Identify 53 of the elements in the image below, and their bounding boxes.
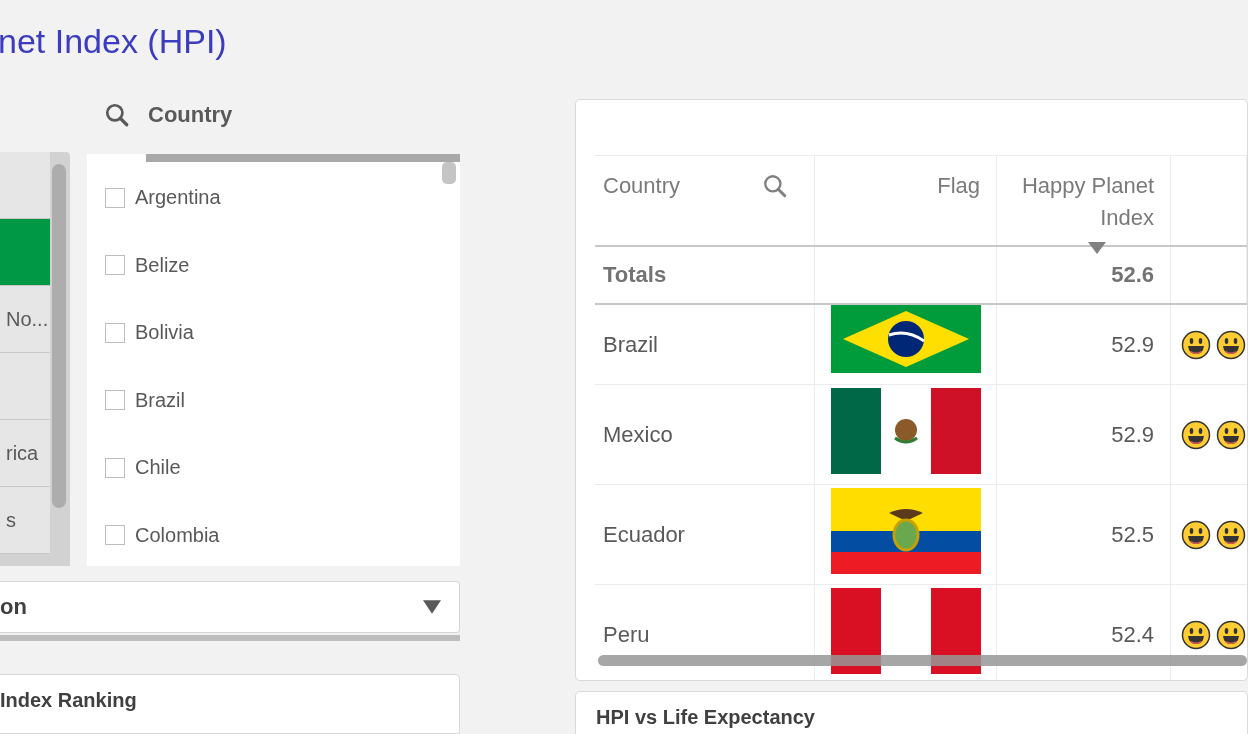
list-item[interactable]: Belize: [135, 253, 190, 277]
checkbox[interactable]: [105, 457, 125, 478]
column-header[interactable]: Happy Planet Index: [1005, 170, 1154, 234]
list-item[interactable]: Argentina: [135, 186, 221, 210]
card-title: HPI vs Life Expectancy: [596, 706, 816, 729]
checkbox[interactable]: [105, 255, 125, 276]
list-item[interactable]: Chile: [135, 456, 181, 480]
checkbox[interactable]: [105, 390, 125, 411]
scrollbar-thumb[interactable]: [146, 154, 460, 162]
table-cell: Mexico: [603, 421, 673, 448]
checkbox[interactable]: [105, 525, 125, 546]
table-cell: 52.4: [1111, 621, 1154, 648]
table-cell: 52.6: [1111, 262, 1154, 288]
table-cell: 52.9: [1111, 331, 1154, 358]
table-cell: 52.9: [1111, 421, 1154, 448]
list-item[interactable]: Brazil: [135, 388, 185, 412]
column-header[interactable]: Flag: [937, 170, 980, 202]
smiley-icon: [1181, 329, 1211, 360]
dropdown[interactable]: on: [0, 581, 460, 633]
page-title: net Index (HPI): [0, 21, 228, 62]
flag-icon: [829, 305, 982, 373]
smiley-icon: [1181, 619, 1211, 650]
caret-icon: [423, 600, 441, 614]
checkbox[interactable]: [105, 322, 125, 343]
table-cell: Brazil: [603, 331, 658, 358]
scrollbar-thumb[interactable]: [598, 655, 1247, 666]
list-item[interactable]: Bolivia: [135, 321, 194, 345]
scrollbar-thumb[interactable]: [52, 164, 66, 508]
filter-title: Country: [148, 102, 233, 128]
table-cell: 52.5: [1111, 521, 1154, 548]
list-item[interactable]: [0, 152, 50, 219]
smiley-icon: [1216, 519, 1246, 550]
list-item[interactable]: Colombia: [135, 523, 220, 547]
smiley-icon: [1216, 329, 1246, 360]
search-icon[interactable]: [104, 102, 130, 128]
card-title: Index Ranking: [0, 689, 138, 712]
smiley-icon: [1216, 419, 1246, 450]
smiley-icon: [1216, 619, 1246, 650]
scrollbar-thumb[interactable]: [442, 162, 456, 184]
list-item[interactable]: No...: [0, 286, 50, 353]
totals-label: Totals: [603, 262, 667, 288]
table-cell: Peru: [603, 621, 650, 648]
list-item[interactable]: [0, 353, 50, 420]
flag-icon: [829, 488, 982, 574]
checkbox[interactable]: [105, 187, 125, 208]
list-item[interactable]: [0, 219, 50, 286]
column-header[interactable]: Country: [603, 170, 681, 202]
smiley-icon: [1181, 519, 1211, 550]
table-cell: Ecuador: [603, 521, 685, 548]
smiley-icon: [1181, 419, 1211, 450]
list-item[interactable]: rica: [0, 420, 50, 487]
list-item[interactable]: s: [0, 487, 50, 554]
flag-icon: [829, 388, 982, 474]
